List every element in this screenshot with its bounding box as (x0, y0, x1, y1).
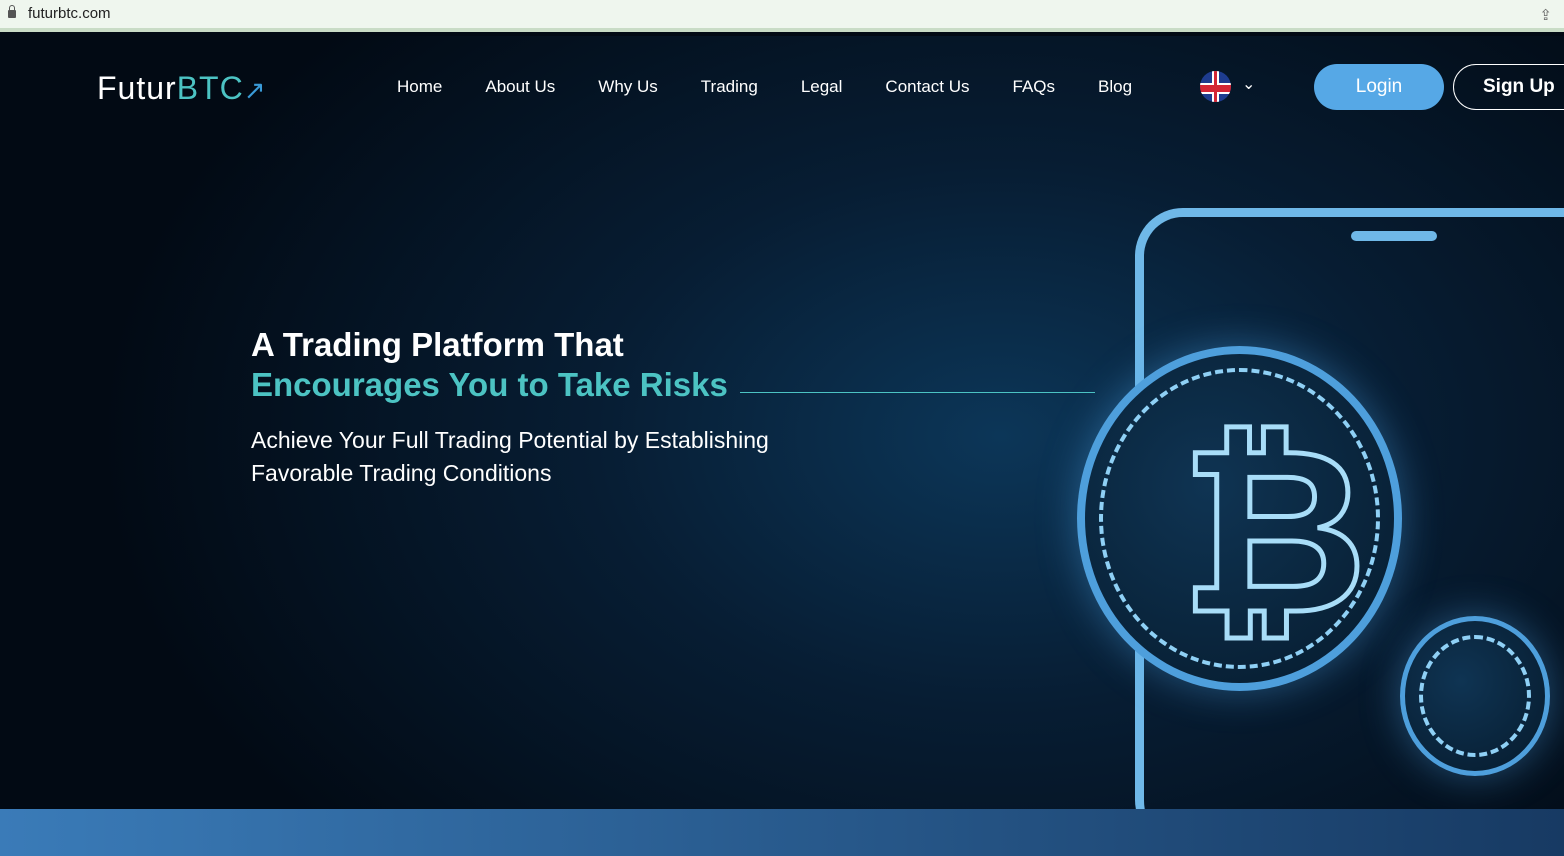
nav-why-us[interactable]: Why Us (598, 77, 658, 97)
signup-button[interactable]: Sign Up (1453, 64, 1564, 110)
nav-blog[interactable]: Blog (1098, 77, 1132, 97)
nav-faqs[interactable]: FAQs (1013, 77, 1056, 97)
hero-title-line2: Encourages You to Take Risks (251, 366, 728, 403)
divider (740, 392, 1095, 393)
nav-trading[interactable]: Trading (701, 77, 758, 97)
hero-subtitle: Achieve Your Full Trading Potential by E… (251, 427, 769, 486)
bitcoin-symbol: ₿ (1177, 401, 1369, 663)
logo-text: Futur (97, 70, 177, 106)
login-button[interactable]: Login (1314, 64, 1444, 110)
nav-home[interactable]: Home (397, 77, 442, 97)
main-nav: Home About Us Why Us Trading Legal Conta… (397, 77, 1175, 97)
litecoin-coin-icon (1400, 616, 1550, 776)
uk-flag-icon[interactable] (1200, 71, 1231, 102)
logo-accent: BTC (176, 70, 244, 106)
phone-notch (1351, 231, 1437, 241)
bitcoin-coin-icon: ₿ (1077, 346, 1402, 691)
hero-title-line1: A Trading Platform That (251, 326, 624, 363)
address-bar[interactable]: futurbtc.com ⇪ (0, 0, 1564, 32)
trend-arrow-icon: ↗ (243, 75, 267, 105)
hero-section: FuturBTC↗ Home About Us Why Us Trading L… (0, 36, 1564, 848)
lock-icon (8, 5, 16, 18)
logo[interactable]: FuturBTC↗ (97, 70, 266, 107)
share-icon[interactable]: ⇪ (1539, 6, 1552, 24)
url-text[interactable]: futurbtc.com (28, 5, 111, 22)
nav-contact-us[interactable]: Contact Us (885, 77, 969, 97)
nav-legal[interactable]: Legal (801, 77, 843, 97)
chevron-down-icon[interactable]: ⌄ (1242, 74, 1255, 94)
section-band (0, 809, 1564, 856)
nav-about-us[interactable]: About Us (485, 77, 555, 97)
